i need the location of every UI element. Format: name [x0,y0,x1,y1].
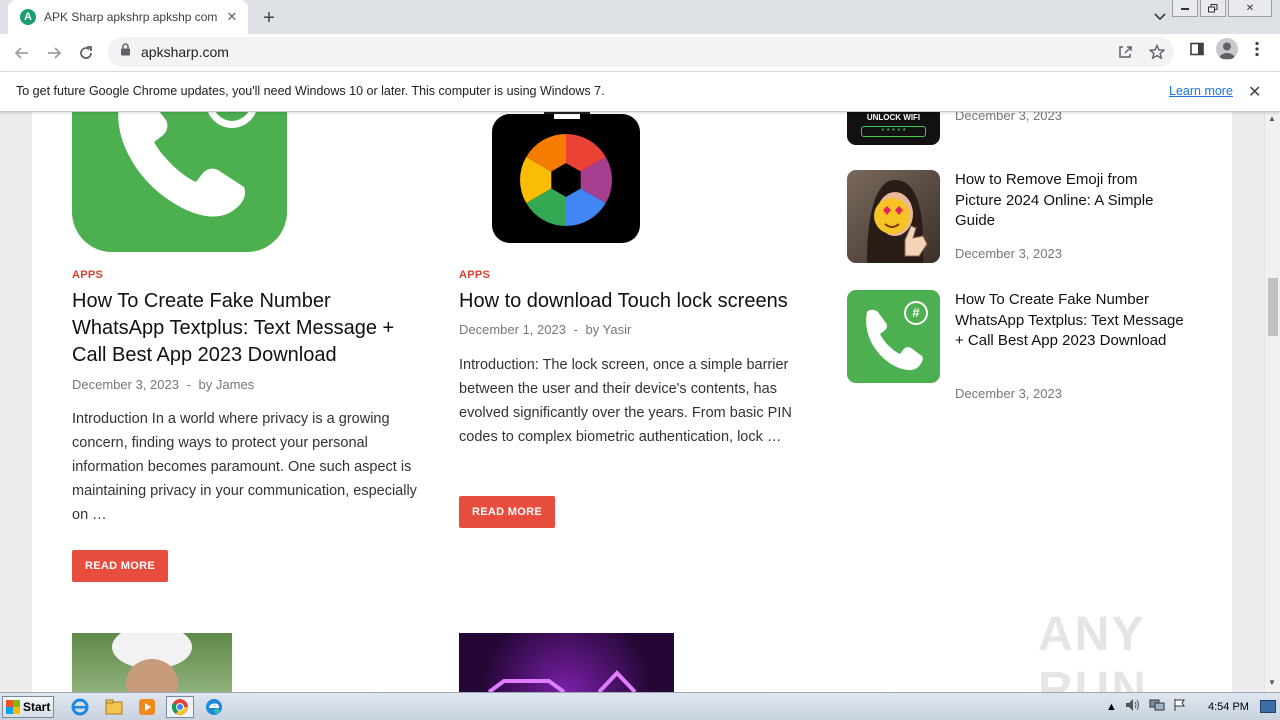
show-desktop-icon[interactable] [1260,700,1276,713]
tab-title: APK Sharp apkshrp apkshp com - Yo [44,10,218,24]
forward-arrow-icon[interactable] [38,39,70,67]
post-author-prefix: by [585,322,600,337]
post-thumbnail-neon[interactable] [459,633,674,692]
post-title[interactable]: How To Create Fake Number WhatsApp Textp… [72,288,422,369]
post-title[interactable]: How to download Touch lock screens [459,288,819,315]
side-panel-icon[interactable] [1186,38,1208,60]
learn-more-link[interactable]: Learn more [1169,84,1233,98]
read-more-button[interactable]: READ MORE [72,550,168,582]
post-meta: December 3, 2023 - by James [72,377,255,392]
post-author[interactable]: James [216,377,254,392]
post-category[interactable]: APPS [459,269,490,281]
infobar-close-icon[interactable]: ✕ [1248,82,1261,102]
profile-avatar-icon[interactable] [1216,38,1238,60]
windows-taskbar: Start ▲ 4:54 PM [0,692,1280,720]
window-close-icon[interactable]: ✕ [1228,0,1272,17]
edge-icon[interactable] [200,696,228,718]
menu-kebab-icon[interactable] [1246,38,1268,60]
sidebar-date[interactable]: December 3, 2023 [955,246,1062,261]
new-tab-button[interactable]: + [258,7,280,29]
sidebar-thumbnail-wifi[interactable]: UNLOCK WIFI * * * * * [847,112,940,145]
tab-search-icon[interactable] [1150,8,1170,26]
sidebar-date[interactable]: December 3, 2023 [955,386,1062,401]
internet-explorer-icon[interactable] [66,696,94,718]
post-thumbnail-lens[interactable] [492,112,642,244]
taskbar-clock[interactable]: 4:54 PM [1208,701,1249,713]
scrollbar-thumb[interactable] [1268,278,1278,336]
post-category[interactable]: APPS [72,269,103,281]
thumb-caption: UNLOCK WIFI [866,113,921,122]
network-icon[interactable] [1149,698,1165,715]
sidebar-thumbnail-phone[interactable]: # [847,290,940,383]
page-content: APPS How To Create Fake Number WhatsApp … [32,112,1232,692]
tab-strip: A APK Sharp apkshrp apkshp com - Yo ✕ + … [0,0,1280,34]
action-center-flag-icon[interactable] [1173,698,1187,715]
post-thumbnail-person[interactable] [72,633,232,692]
post-author[interactable]: Yasir [603,322,632,337]
scroll-down-arrow-icon[interactable]: ▼ [1268,678,1276,687]
scroll-up-arrow-icon[interactable]: ▲ [1268,114,1276,123]
browser-toolbar: apksharp.com [0,34,1280,71]
post-excerpt: Introduction: The lock screen, once a si… [459,357,792,445]
sidebar-post-title[interactable]: How To Create Fake Number WhatsApp Textp… [955,290,1185,352]
back-arrow-icon[interactable] [6,39,38,67]
address-bar[interactable]: apksharp.com [108,37,1174,67]
post-date[interactable]: December 3, 2023 [72,377,179,392]
restore-icon[interactable] [1200,0,1226,17]
thumb-hash-badge: # [912,305,920,320]
sidebar-post-title[interactable]: How to Remove Emoji from Picture 2024 On… [955,170,1185,232]
post-meta: December 1, 2023 - by Yasir [459,322,632,337]
share-icon[interactable] [1114,41,1136,63]
tab-close-icon[interactable]: ✕ [224,9,240,25]
page-viewport: APPS How To Create Fake Number WhatsApp … [0,112,1264,692]
volume-icon[interactable] [1125,698,1141,715]
chrome-taskbar-icon[interactable] [166,696,194,718]
url-text[interactable]: apksharp.com [141,44,229,60]
post-thumbnail-phone[interactable] [72,112,287,252]
minimize-icon[interactable] [1172,0,1198,17]
site-favicon-icon: A [20,9,36,25]
reload-icon[interactable] [70,39,102,67]
browser-tab[interactable]: A APK Sharp apkshrp apkshp com - Yo ✕ [8,0,248,34]
page-scrollbar[interactable]: ▲ ▼ [1264,112,1280,692]
sidebar-thumbnail-emoji[interactable] [847,170,940,263]
media-player-icon[interactable] [133,696,161,718]
post-excerpt: Introduction In a world where privacy is… [72,411,417,523]
window-controls: ✕ [1172,0,1272,18]
post-author-prefix: by [198,377,213,392]
start-label: Start [23,700,51,714]
system-tray: ▲ [1106,693,1187,720]
start-button[interactable]: Start [2,696,54,718]
thumb-password-dots: * * * * * [861,126,926,137]
file-explorer-icon[interactable] [100,696,128,718]
update-infobar: To get future Google Chrome updates, you… [0,71,1280,112]
tray-expand-icon[interactable]: ▲ [1106,701,1117,713]
anyrun-watermark: ANY RUN [1038,608,1148,692]
infobar-message: To get future Google Chrome updates, you… [16,84,605,98]
lock-icon[interactable] [120,43,131,61]
windows-logo-icon [6,700,20,714]
sidebar-date[interactable]: December 3, 2023 [955,112,1062,123]
bookmark-star-icon[interactable] [1146,41,1168,63]
read-more-button[interactable]: READ MORE [459,496,555,528]
post-date[interactable]: December 1, 2023 [459,322,566,337]
